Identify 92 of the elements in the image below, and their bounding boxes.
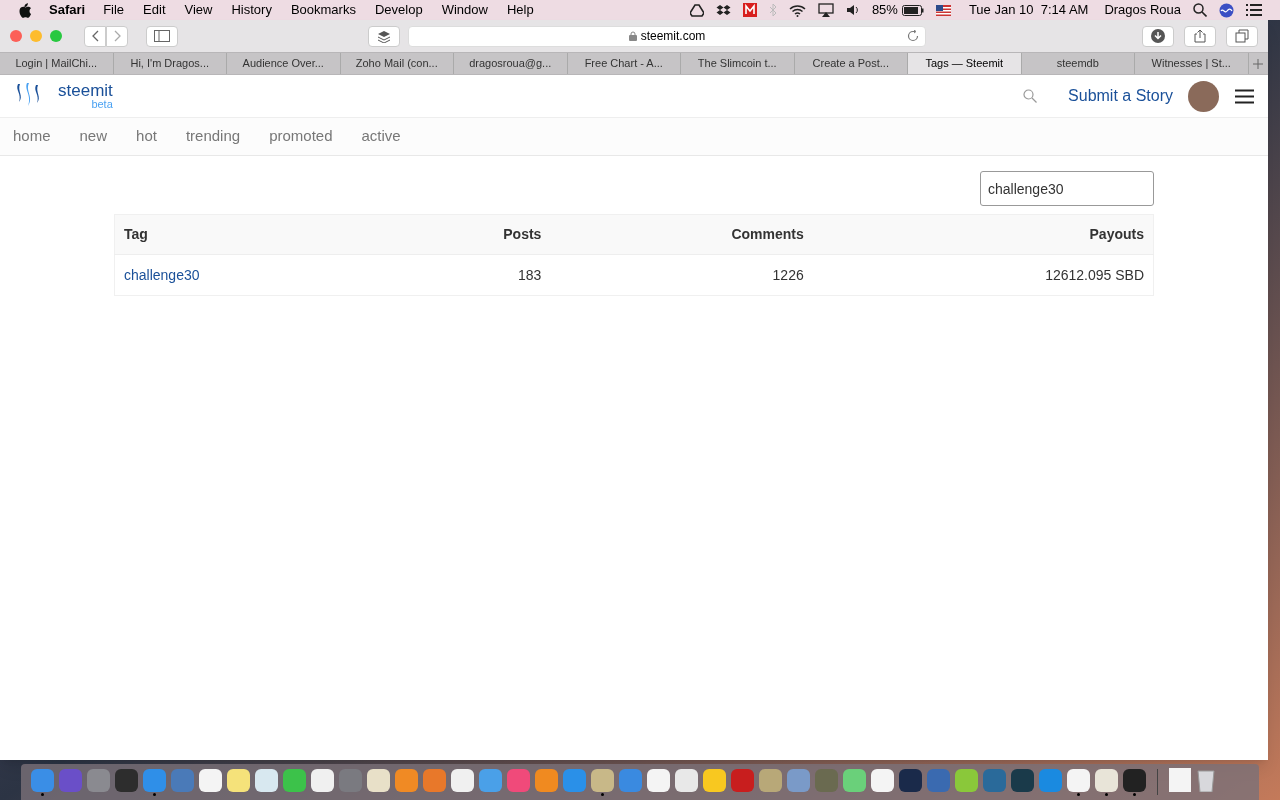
- trash-icon[interactable]: [1196, 768, 1216, 792]
- battery-percent: 85%: [871, 1, 898, 20]
- app-icon[interactable]: [1067, 768, 1090, 792]
- app-icon[interactable]: [535, 768, 558, 792]
- speaker-icon[interactable]: [845, 4, 860, 16]
- list-icon[interactable]: [1246, 4, 1262, 16]
- browser-tab[interactable]: Tags — Steemit: [908, 53, 1022, 74]
- nav-link[interactable]: active: [361, 125, 401, 148]
- mail-app-icon[interactable]: [742, 3, 757, 17]
- app-icon[interactable]: [647, 768, 670, 792]
- nav-link[interactable]: new: [79, 125, 108, 148]
- plus-icon: [1253, 58, 1264, 69]
- app-icon[interactable]: [367, 768, 390, 792]
- app-icon[interactable]: [955, 768, 978, 792]
- avatar[interactable]: [1188, 80, 1219, 112]
- app-icon[interactable]: [871, 768, 894, 792]
- app-menu[interactable]: Safari: [49, 0, 86, 20]
- chevron-right-icon: [113, 30, 121, 42]
- nav-link[interactable]: trending: [185, 125, 241, 148]
- chevron-left-icon: [91, 30, 99, 42]
- app-icon[interactable]: [255, 768, 278, 792]
- close-button[interactable]: [10, 30, 22, 42]
- table-cell: 12612.095 SBD: [812, 254, 1154, 296]
- menu-item[interactable]: Bookmarks: [290, 0, 356, 20]
- box-icon[interactable]: [715, 3, 731, 17]
- app-icon[interactable]: [591, 768, 614, 792]
- site-logo-text[interactable]: steemit: [58, 82, 113, 99]
- app-icon[interactable]: [843, 768, 866, 792]
- forward-button[interactable]: [106, 25, 128, 47]
- wifi-icon[interactable]: [788, 3, 806, 17]
- menu-item[interactable]: View: [184, 0, 213, 20]
- tabs-overview-button[interactable]: [1226, 25, 1258, 47]
- reload-icon[interactable]: [907, 30, 919, 42]
- layers-icon: [377, 29, 391, 43]
- app-icon[interactable]: [675, 768, 698, 792]
- tag-search-field[interactable]: challenge30: [980, 171, 1154, 206]
- apple-logo-icon[interactable]: [18, 2, 31, 18]
- zoom-button[interactable]: [50, 30, 62, 42]
- address-bar[interactable]: steemit.com: [408, 25, 926, 47]
- menu-item[interactable]: History: [231, 0, 272, 20]
- menu-item[interactable]: Develop: [374, 0, 423, 20]
- tabs-icon: [1235, 29, 1249, 43]
- menu-bar-clock[interactable]: Tue Jan 10 7:14 AM: [968, 0, 1089, 20]
- back-button[interactable]: [84, 25, 106, 47]
- app-icon[interactable]: [759, 768, 782, 792]
- tag-link[interactable]: challenge30: [124, 266, 200, 283]
- app-icon[interactable]: [227, 768, 250, 792]
- column-header: Tag: [114, 214, 388, 255]
- column-header: Payouts: [812, 214, 1154, 255]
- search-icon[interactable]: [1193, 3, 1207, 17]
- app-icon[interactable]: [395, 768, 418, 792]
- url-text: steemit.com: [640, 28, 706, 45]
- downloads-button[interactable]: [1142, 25, 1174, 47]
- menu-item[interactable]: File: [103, 0, 125, 20]
- user-name[interactable]: Dragos Roua: [1104, 0, 1181, 20]
- bluetooth-icon[interactable]: [768, 3, 777, 17]
- nav-link[interactable]: hot: [136, 125, 157, 148]
- flag-icon[interactable]: [935, 4, 951, 16]
- menu-item[interactable]: Window: [441, 0, 488, 20]
- airplay-icon[interactable]: [817, 3, 834, 17]
- table-cell: 1226: [550, 254, 813, 296]
- app-icon[interactable]: [1011, 768, 1034, 792]
- triangle-icon[interactable]: [689, 3, 704, 17]
- share-button[interactable]: [1184, 25, 1216, 47]
- table-cell: 183: [387, 254, 551, 296]
- share-icon: [1193, 29, 1207, 43]
- submit-story-link[interactable]: Submit a Story: [1068, 84, 1173, 108]
- column-header: Comments: [550, 214, 813, 255]
- app-icon[interactable]: [115, 768, 138, 792]
- minimize-button[interactable]: [30, 30, 42, 42]
- app-icon[interactable]: [451, 768, 474, 792]
- app-icon[interactable]: [703, 768, 726, 792]
- battery-icon[interactable]: [901, 4, 924, 16]
- app-icon[interactable]: [199, 768, 222, 792]
- download-icon: [1151, 29, 1165, 43]
- app-icon[interactable]: [311, 768, 334, 792]
- beta-label: beta: [91, 99, 113, 110]
- app-icon[interactable]: [899, 768, 922, 792]
- nav-link[interactable]: home: [13, 125, 51, 148]
- column-header: Posts: [387, 214, 551, 255]
- siri-icon[interactable]: [1219, 2, 1234, 18]
- menu-item[interactable]: Edit: [143, 0, 166, 20]
- sidebar-button[interactable]: [146, 25, 178, 47]
- app-icon[interactable]: [1095, 768, 1118, 792]
- app-icon[interactable]: [283, 768, 306, 792]
- lock-icon: [628, 31, 637, 41]
- app-icon[interactable]: [1123, 768, 1146, 792]
- layers-button[interactable]: [368, 25, 400, 47]
- menu-icon[interactable]: [1235, 88, 1254, 104]
- menu-item[interactable]: Help: [506, 0, 534, 20]
- sidebar-icon: [154, 30, 170, 42]
- nav-link[interactable]: promoted: [269, 125, 333, 148]
